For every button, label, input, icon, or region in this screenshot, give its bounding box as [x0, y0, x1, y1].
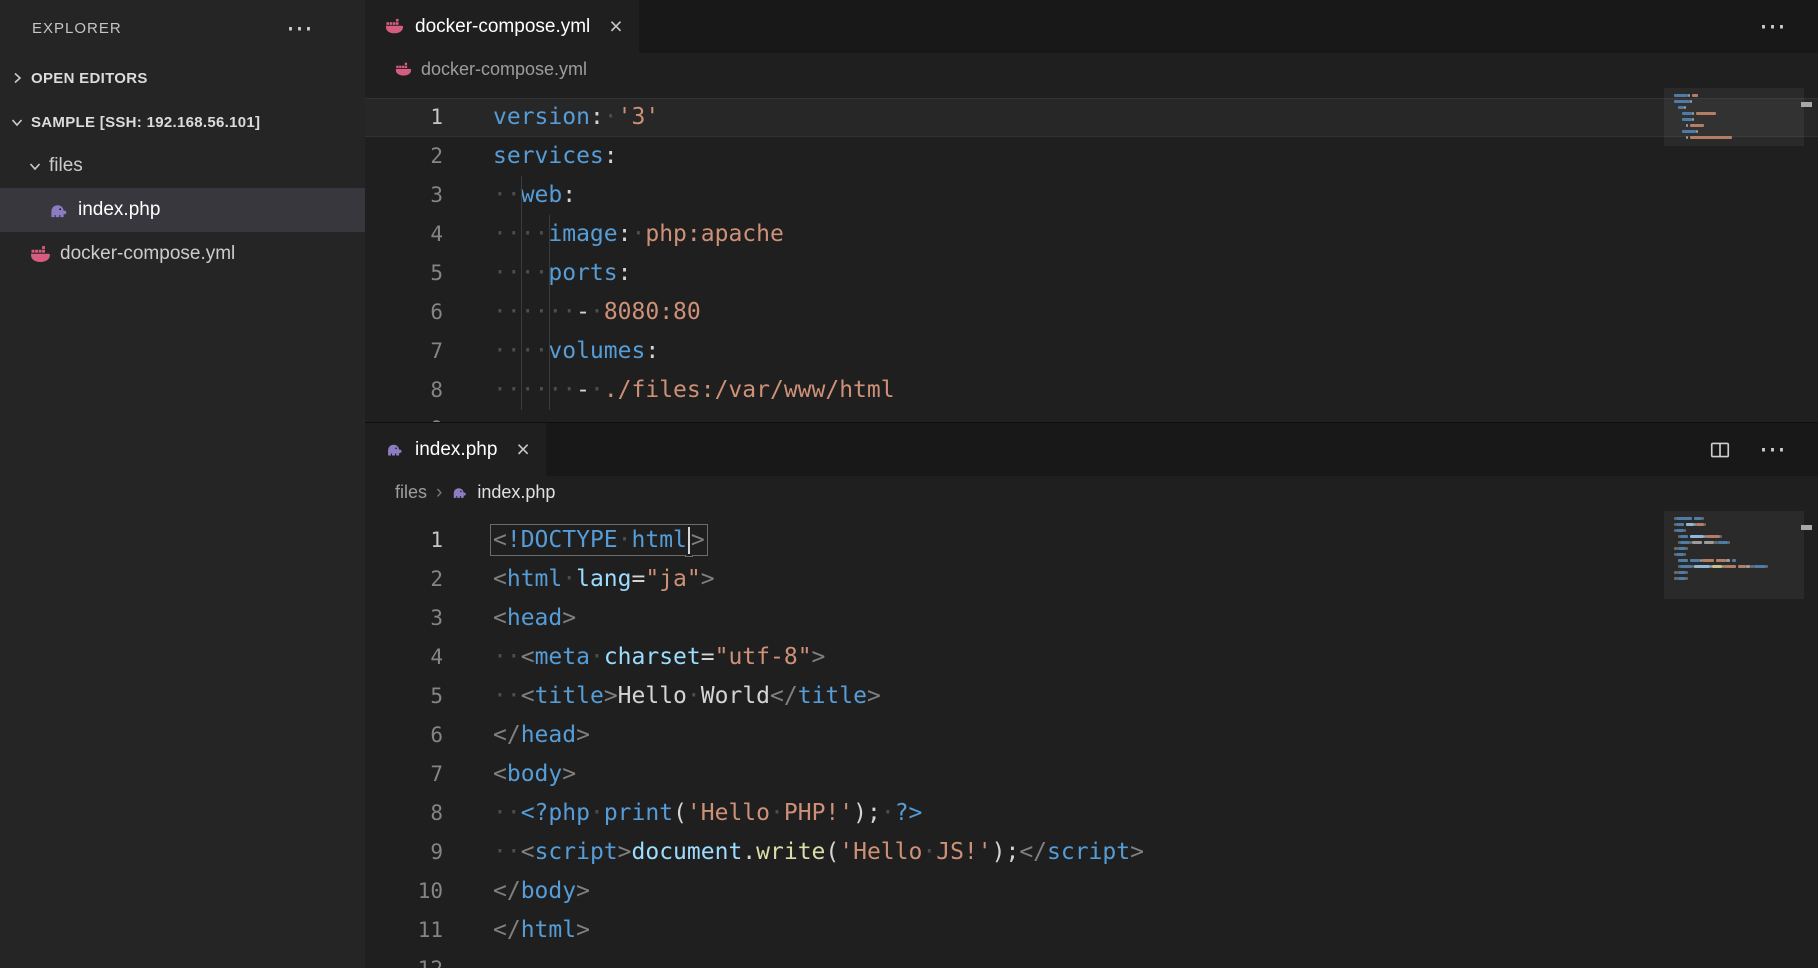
breadcrumb: docker-compose.yml [365, 53, 1818, 86]
line-number: 4 [365, 638, 443, 677]
php-icon [48, 200, 69, 221]
code-line: 12 [365, 950, 1818, 968]
text-cursor [688, 527, 690, 554]
breadcrumb-separator-icon: › [436, 482, 442, 504]
open-editors-label: OPEN EDITORS [31, 70, 148, 87]
tree-item-docker-compose[interactable]: docker-compose.yml [0, 232, 365, 276]
code-line: 1version:·'3' [365, 98, 1818, 137]
vscode-window: EXPLORER ⋯ OPEN EDITORS SAMPLE [SSH: 192… [0, 0, 1818, 968]
code-line: 11</html> [365, 911, 1818, 950]
editor-area: docker-compose.yml × ⋯ docker-compose.ym… [365, 0, 1818, 968]
code-line: 4··<meta·charset="utf-8"> [365, 638, 1818, 677]
current-line-box: <!DOCTYPE·html> [493, 527, 705, 553]
docker-icon [30, 244, 51, 265]
explorer-title: EXPLORER [32, 20, 122, 37]
line-number: 12 [365, 950, 443, 968]
chevron-right-icon [8, 69, 26, 87]
code-line: 4····image:·php:apache [365, 215, 1818, 254]
code-line: 9 [365, 410, 1818, 422]
line-number: 11 [365, 911, 443, 950]
tree-item-index-php[interactable]: index.php [0, 188, 365, 232]
explorer-more-actions-icon[interactable]: ⋯ [286, 15, 313, 42]
code-line: 3<head> [365, 599, 1818, 638]
indent-guide [549, 215, 550, 410]
code-line: 2services: [365, 137, 1818, 176]
split-editor-icon[interactable] [1709, 439, 1731, 461]
code-line: 5····ports: [365, 254, 1818, 293]
code-line: 2<html·lang="ja"> [365, 560, 1818, 599]
minimap[interactable] [1674, 94, 1794, 148]
tab-label: index.php [415, 439, 497, 461]
breadcrumb-folder[interactable]: files [395, 482, 427, 503]
breadcrumb: files › index.php [365, 476, 1818, 509]
line-number: 3 [365, 599, 443, 638]
explorer-header: EXPLORER ⋯ [0, 0, 365, 56]
line-number: 9 [365, 410, 443, 422]
tree-item-files-folder[interactable]: files [0, 144, 365, 188]
tab-index-php[interactable]: index.php × [365, 423, 546, 476]
docker-icon [395, 61, 412, 78]
line-number: 2 [365, 560, 443, 599]
chevron-down-icon [26, 157, 44, 175]
line-number: 1 [365, 521, 443, 560]
docker-icon [385, 17, 404, 36]
line-number: 8 [365, 371, 443, 410]
tree-item-label: index.php [78, 199, 160, 221]
code-editor-docker-compose[interactable]: 1version:·'3'2services:3··web:4····image… [365, 86, 1818, 422]
code-line: 3··web: [365, 176, 1818, 215]
line-number: 5 [365, 254, 443, 293]
code-line: 9··<script>document.write('Hello·JS!');<… [365, 833, 1818, 872]
editor-actions: ⋯ [1709, 423, 1818, 476]
tab-bar: index.php × ⋯ [365, 423, 1818, 476]
tab-bar: docker-compose.yml × ⋯ [365, 0, 1818, 53]
minimap[interactable] [1674, 517, 1794, 589]
breadcrumb-file[interactable]: docker-compose.yml [421, 59, 587, 80]
tree-item-label: files [49, 155, 83, 177]
line-number: 7 [365, 332, 443, 371]
indent-guide [521, 176, 522, 410]
code-line: 6······-·8080:80 [365, 293, 1818, 332]
more-actions-icon[interactable]: ⋯ [1759, 436, 1786, 463]
code-editor-index-php[interactable]: 1 <!DOCTYPE·html> 2<html·lang="ja">3<head>… [365, 509, 1818, 968]
code-line: 8······-·./files:/var/www/html [365, 371, 1818, 410]
close-tab-icon[interactable]: × [609, 15, 622, 38]
code-line: 5··<title>Hello·World</title> [365, 677, 1818, 716]
line-number: 1 [365, 98, 443, 137]
line-number: 6 [365, 293, 443, 332]
code-line: 7····volumes: [365, 332, 1818, 371]
editor-group-bottom: index.php × ⋯ files › index.php 1 <!DOCTY… [365, 422, 1818, 968]
workspace-label: SAMPLE [SSH: 192.168.56.101] [31, 114, 260, 131]
open-editors-section[interactable]: OPEN EDITORS [0, 56, 365, 100]
tab-label: docker-compose.yml [415, 16, 590, 38]
close-tab-icon[interactable]: × [516, 438, 529, 461]
tree-item-label: docker-compose.yml [60, 243, 235, 265]
line-number: 3 [365, 176, 443, 215]
line-number: 5 [365, 677, 443, 716]
editor-group-top: docker-compose.yml × ⋯ docker-compose.ym… [365, 0, 1818, 422]
line-number: 2 [365, 137, 443, 176]
overview-ruler-cursor-mark [1801, 102, 1812, 107]
line-number: 6 [365, 716, 443, 755]
tab-docker-compose-yml[interactable]: docker-compose.yml × [365, 0, 639, 53]
workspace-section[interactable]: SAMPLE [SSH: 192.168.56.101] [0, 100, 365, 144]
code-line: 8··<?php·print('Hello·PHP!');·?> [365, 794, 1818, 833]
line-number: 7 [365, 755, 443, 794]
code-line: 6</head> [365, 716, 1818, 755]
line-number: 9 [365, 833, 443, 872]
more-actions-icon[interactable]: ⋯ [1759, 13, 1786, 40]
php-icon [385, 440, 404, 459]
file-tree: files index.php docker-compose.yml [0, 144, 365, 276]
overview-ruler-cursor-mark [1801, 525, 1812, 530]
line-number: 8 [365, 794, 443, 833]
breadcrumb-file[interactable]: index.php [477, 482, 555, 503]
line-number: 10 [365, 872, 443, 911]
explorer-sidebar: EXPLORER ⋯ OPEN EDITORS SAMPLE [SSH: 192… [0, 0, 365, 968]
line-number: 4 [365, 215, 443, 254]
editor-actions: ⋯ [1759, 0, 1818, 53]
chevron-down-icon [8, 113, 26, 131]
code-line: 1 <!DOCTYPE·html> [365, 521, 1818, 560]
code-line: 10</body> [365, 872, 1818, 911]
php-icon [451, 484, 468, 501]
code-line: 7<body> [365, 755, 1818, 794]
